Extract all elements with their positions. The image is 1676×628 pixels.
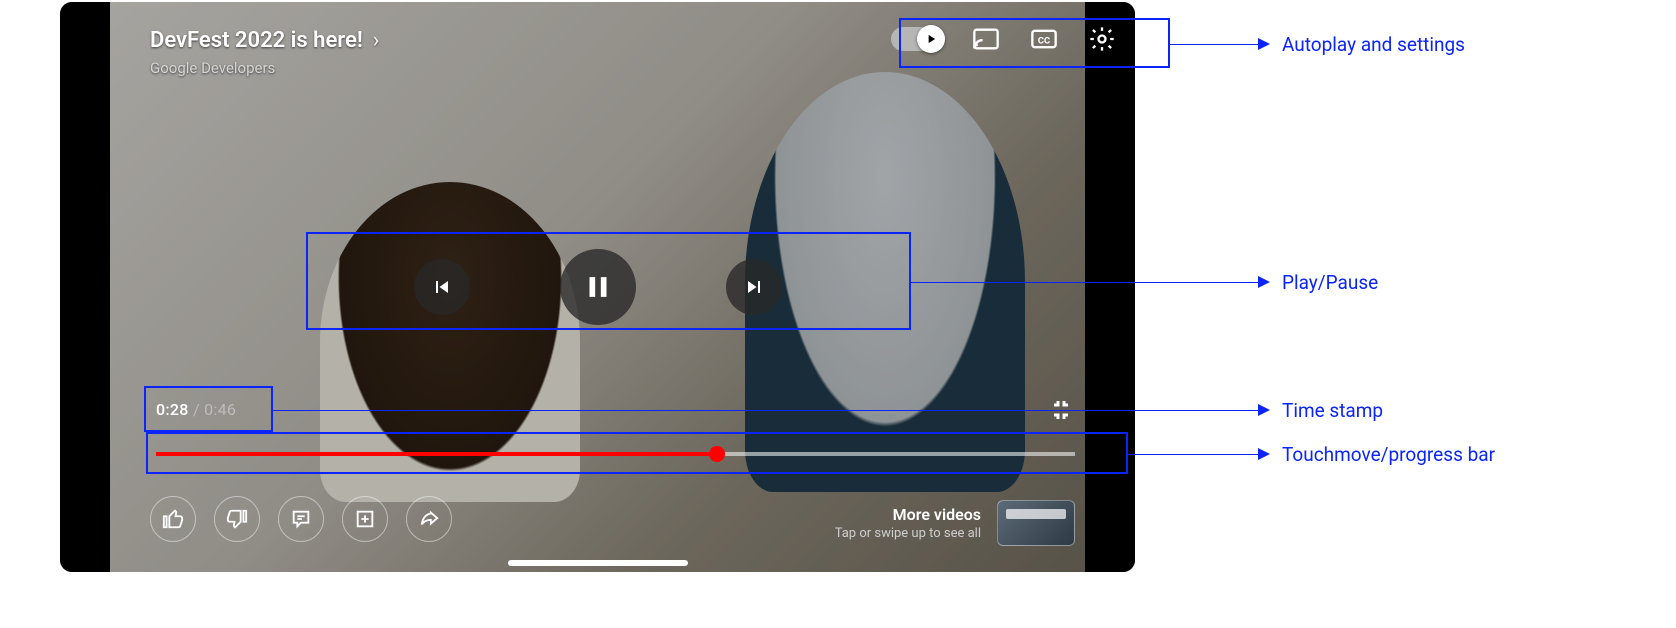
svg-text:CC: CC xyxy=(1038,36,1050,47)
previous-button[interactable] xyxy=(414,259,470,315)
duration: 0:46 xyxy=(204,400,236,419)
progress-played xyxy=(156,452,717,456)
pause-icon xyxy=(581,270,615,304)
playback-controls xyxy=(414,249,782,325)
more-videos-subtitle: Tap or swipe up to see all xyxy=(835,526,981,541)
progress-scrubber[interactable] xyxy=(709,446,725,462)
play-icon xyxy=(924,32,938,46)
video-title: DevFest 2022 is here! xyxy=(150,28,363,53)
action-row xyxy=(150,496,452,542)
progress-bar[interactable] xyxy=(156,452,1075,456)
thumbs-down-icon xyxy=(226,508,248,530)
annotation-arrow-icon xyxy=(1258,38,1270,50)
more-videos-thumbnail[interactable] xyxy=(997,500,1075,546)
share-button[interactable] xyxy=(406,496,452,542)
current-time: 0:28 xyxy=(156,400,189,419)
annotation-arrow-icon xyxy=(1258,404,1270,416)
annotation-label-top: Autoplay and settings xyxy=(1282,33,1465,56)
share-icon xyxy=(418,508,440,530)
annotation-arrow-icon xyxy=(1258,448,1270,460)
annotation-arrow-icon xyxy=(1258,276,1270,288)
like-button[interactable] xyxy=(150,496,196,542)
dislike-button[interactable] xyxy=(214,496,260,542)
annotation-label-center: Play/Pause xyxy=(1282,271,1378,294)
thumbs-up-icon xyxy=(162,508,184,530)
captions-icon[interactable]: CC xyxy=(1029,24,1059,54)
annotation-line xyxy=(1170,44,1260,45)
skip-next-icon xyxy=(742,275,766,299)
save-playlist-icon xyxy=(354,508,376,530)
autoplay-toggle[interactable] xyxy=(891,27,943,51)
chevron-right-icon: › xyxy=(373,28,380,53)
comments-button[interactable] xyxy=(278,496,324,542)
channel-name[interactable]: Google Developers xyxy=(150,59,379,77)
play-pause-button[interactable] xyxy=(560,249,636,325)
skip-previous-icon xyxy=(430,275,454,299)
annotation-label-time: Time stamp xyxy=(1282,399,1383,422)
comment-icon xyxy=(290,508,312,530)
annotation-line xyxy=(911,282,1260,283)
video-title-block: DevFest 2022 is here! › Google Developer… xyxy=(150,28,379,77)
save-button[interactable] xyxy=(342,496,388,542)
home-indicator xyxy=(508,560,688,566)
autoplay-toggle-knob xyxy=(917,25,945,53)
timestamp: 0:28 / 0:46 xyxy=(156,400,236,419)
top-controls: CC xyxy=(891,24,1117,54)
cast-icon[interactable] xyxy=(971,24,1001,54)
video-title-link[interactable]: DevFest 2022 is here! › xyxy=(150,28,379,53)
more-videos-block[interactable]: More videos Tap or swipe up to see all xyxy=(835,500,1075,546)
annotation-label-progress: Touchmove/progress bar xyxy=(1282,443,1495,466)
annotation-line xyxy=(273,410,1260,411)
next-button[interactable] xyxy=(726,259,782,315)
annotation-line xyxy=(1128,454,1260,455)
more-videos-title: More videos xyxy=(835,505,981,524)
settings-gear-icon[interactable] xyxy=(1087,24,1117,54)
video-player[interactable]: DevFest 2022 is here! › Google Developer… xyxy=(60,2,1135,572)
